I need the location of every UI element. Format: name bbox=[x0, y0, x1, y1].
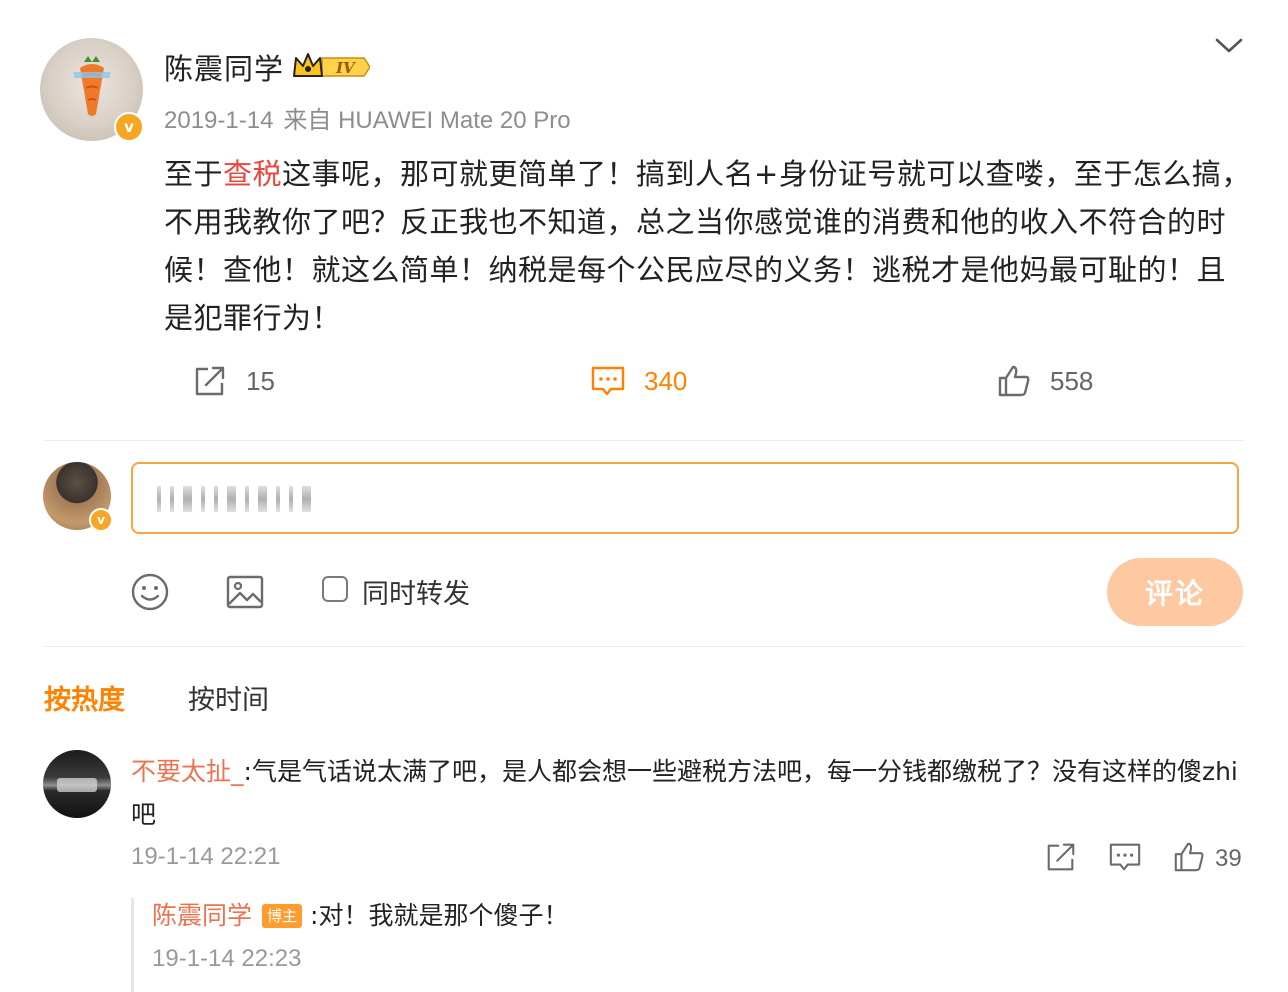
topic-link[interactable]: 查税 bbox=[223, 157, 282, 191]
author-name[interactable]: 陈震同学 bbox=[164, 46, 284, 88]
submit-comment-button[interactable]: 评论 bbox=[1107, 558, 1243, 626]
comment-count: 340 bbox=[644, 365, 688, 396]
divider bbox=[44, 646, 1244, 647]
tab-sort-time[interactable]: 按时间 bbox=[188, 678, 269, 717]
commenter-avatar[interactable] bbox=[43, 750, 111, 818]
verified-badge-icon: v bbox=[114, 112, 144, 142]
commenter-name[interactable]: 不要太扯_ bbox=[131, 757, 244, 786]
post-meta: 2019-1-14 来自 HUAWEI Mate 20 Pro bbox=[164, 100, 581, 135]
author-avatar[interactable]: v bbox=[40, 38, 144, 142]
current-user-avatar[interactable]: v bbox=[43, 462, 113, 532]
comment-icon[interactable] bbox=[1108, 840, 1142, 874]
post-date[interactable]: 2019-1-14 bbox=[164, 107, 273, 134]
carrot-logo-icon bbox=[74, 56, 110, 116]
comment-time: 19-1-14 22:21 bbox=[131, 843, 281, 870]
repost-label[interactable]: 同时转发 bbox=[362, 572, 470, 611]
comment-button[interactable]: 340 bbox=[590, 362, 687, 400]
post-body: 至于查税这事呢，那可就更简单了！搞到人名+身份证号就可以查喽，至于怎么搞，不用我… bbox=[164, 157, 1251, 335]
share-icon bbox=[195, 366, 225, 396]
weibo-post-page: v 陈震同学 IV 2019-1-14 来自 HUAWEI Mate 20 Pro… bbox=[0, 0, 1288, 992]
host-badge: 博主 bbox=[262, 904, 303, 928]
comment-icon bbox=[591, 366, 625, 396]
chevron-down-icon[interactable] bbox=[1214, 34, 1244, 58]
post-source: 来自 HUAWEI Mate 20 Pro bbox=[283, 107, 571, 134]
tab-sort-hot[interactable]: 按热度 bbox=[44, 678, 125, 717]
crown-level-icon: IV bbox=[293, 53, 370, 77]
like-button[interactable]: 558 bbox=[996, 362, 1093, 400]
level-text: IV bbox=[335, 59, 356, 77]
comment-like-count: 39 bbox=[1215, 845, 1242, 872]
divider bbox=[44, 440, 1244, 441]
reply-content: :对！我就是那个傻子！ bbox=[310, 901, 569, 930]
share-count: 15 bbox=[246, 365, 275, 396]
thumbs-up-icon[interactable] bbox=[1172, 840, 1206, 874]
comment-text: 不要太扯_:气是气话说太满了吧，是人都会想一些避税方法吧，每一分钱都缴税了？没有… bbox=[131, 750, 1246, 836]
image-icon[interactable] bbox=[225, 572, 265, 612]
comment-content: :气是气话说太满了吧，是人都会想一些避税方法吧，每一分钱都缴税了？没有这样的傻z… bbox=[131, 757, 1238, 829]
like-count: 558 bbox=[1050, 365, 1094, 396]
reply-time: 19-1-14 22:23 bbox=[152, 945, 302, 972]
repost-checkbox[interactable] bbox=[322, 576, 348, 602]
reply-author-name[interactable]: 陈震同学 bbox=[152, 898, 252, 934]
thumbs-up-icon bbox=[998, 365, 1030, 397]
share-icon[interactable] bbox=[1044, 840, 1078, 874]
verified-badge-icon: v bbox=[89, 508, 113, 532]
reply-indent-bar bbox=[131, 898, 134, 992]
comment-input[interactable] bbox=[131, 462, 1239, 534]
emoji-icon[interactable] bbox=[130, 572, 170, 612]
share-button[interactable]: 15 bbox=[192, 362, 275, 400]
blurred-input-text bbox=[157, 484, 311, 514]
reply-text: 陈震同学 博主 :对！我就是那个傻子！ bbox=[152, 898, 568, 934]
